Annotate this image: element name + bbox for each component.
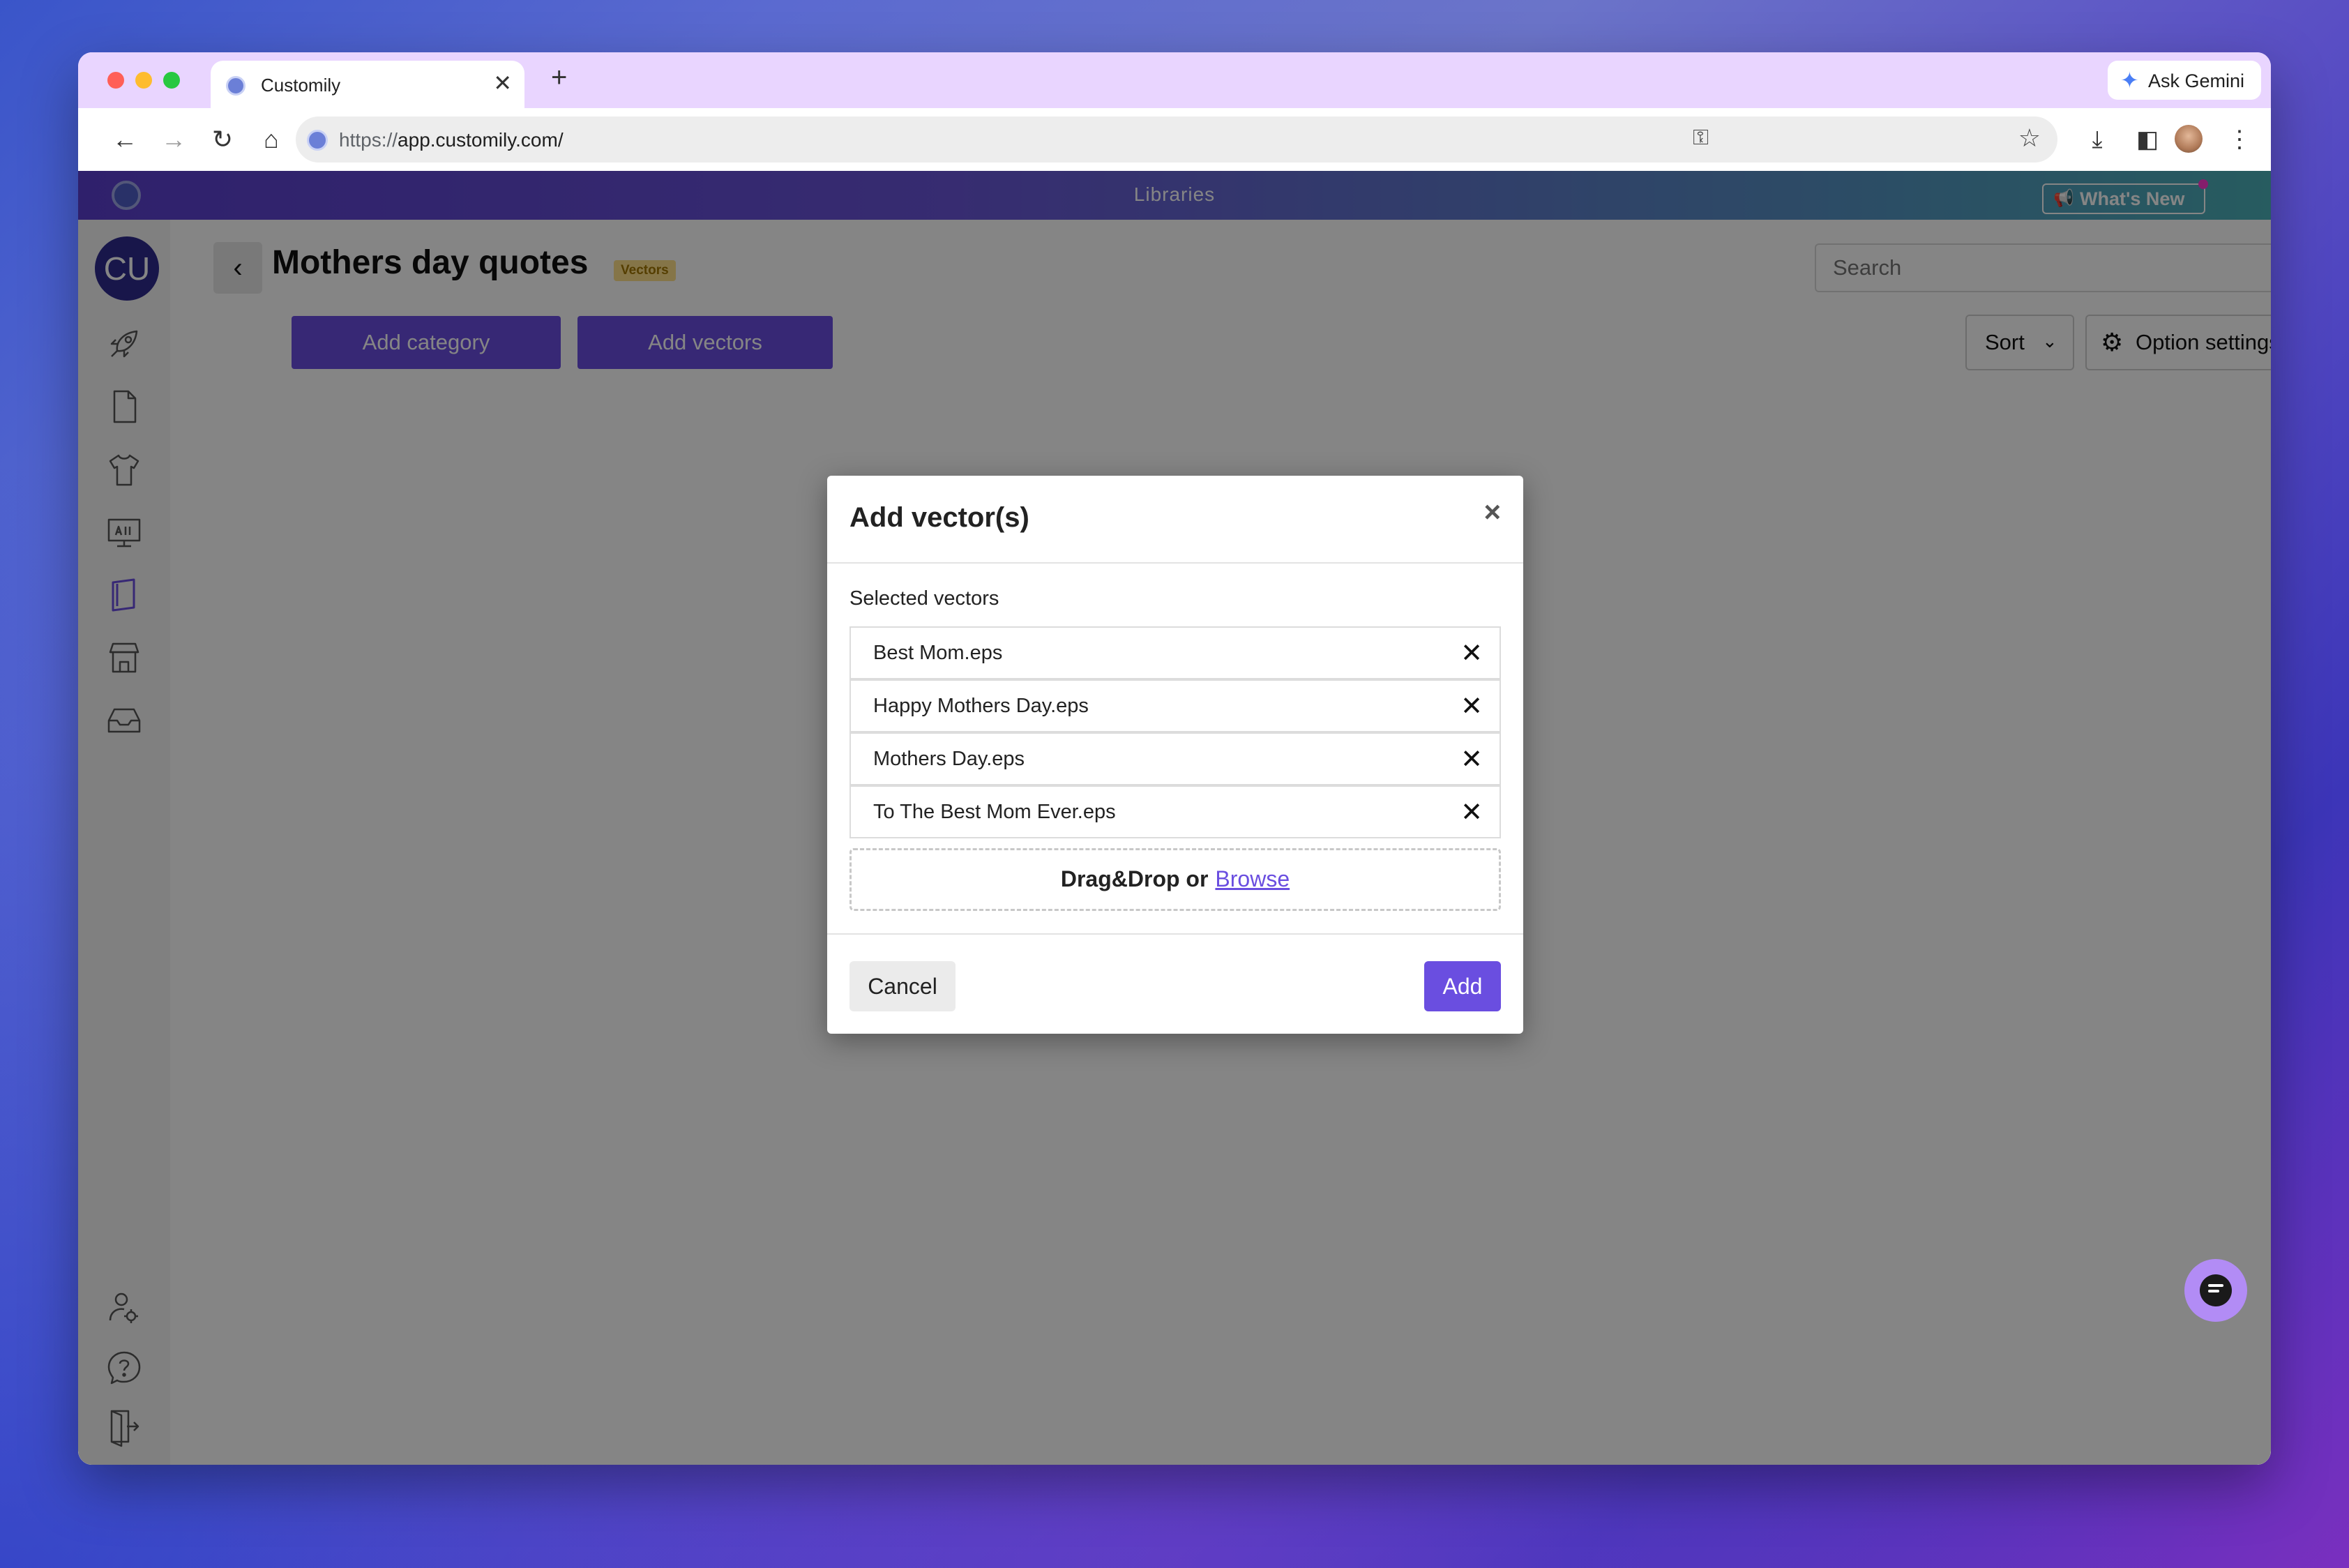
download-icon[interactable]: ⤓ bbox=[2081, 123, 2113, 156]
cancel-button[interactable]: Cancel bbox=[849, 961, 956, 1011]
add-vectors-modal: Add vector(s) × Selected vectors Best Mo… bbox=[827, 476, 1523, 1034]
modal-title: Add vector(s) bbox=[849, 502, 1029, 533]
ask-gemini-button[interactable]: ✦ Ask Gemini bbox=[2108, 61, 2261, 100]
maximize-window-button[interactable] bbox=[163, 72, 180, 89]
file-name: To The Best Mom Ever.eps bbox=[873, 801, 1116, 823]
file-name: Happy Mothers Day.eps bbox=[873, 695, 1089, 717]
remove-file-icon[interactable]: ✕ bbox=[1460, 797, 1483, 828]
forward-arrow-icon[interactable]: → bbox=[158, 123, 190, 156]
url-scheme: https:// bbox=[339, 129, 398, 151]
tab-title: Customily bbox=[261, 75, 341, 96]
chat-icon bbox=[2200, 1274, 2232, 1306]
tab-close-icon[interactable]: ✕ bbox=[493, 72, 512, 94]
site-info-icon[interactable] bbox=[307, 130, 328, 151]
remove-file-icon[interactable]: ✕ bbox=[1460, 744, 1483, 775]
browser-toolbar: ← → ↻ ⌂ https://app.customily.com/ ⚿ ☆ ⤓… bbox=[78, 108, 2271, 171]
dropzone-text: Drag&Drop or bbox=[1060, 866, 1209, 891]
ask-gemini-label: Ask Gemini bbox=[2148, 70, 2245, 91]
new-tab-button[interactable]: + bbox=[551, 63, 567, 91]
remove-file-icon[interactable]: ✕ bbox=[1460, 691, 1483, 722]
tab-customily[interactable]: Customily ✕ bbox=[211, 61, 524, 108]
close-window-button[interactable] bbox=[107, 72, 124, 89]
side-panel-icon[interactable]: ◧ bbox=[2131, 123, 2163, 156]
file-row: Best Mom.eps ✕ bbox=[849, 626, 1501, 679]
modal-close-icon[interactable]: × bbox=[1483, 495, 1501, 529]
add-button[interactable]: Add bbox=[1424, 961, 1501, 1011]
file-row: Happy Mothers Day.eps ✕ bbox=[849, 679, 1501, 732]
address-bar[interactable]: https://app.customily.com/ ⚿ ☆ bbox=[296, 116, 2057, 163]
minimize-window-button[interactable] bbox=[135, 72, 152, 89]
selected-vectors-label: Selected vectors bbox=[849, 587, 999, 610]
url-host: app.customily.com/ bbox=[398, 129, 564, 151]
profile-avatar[interactable] bbox=[2175, 125, 2203, 153]
file-name: Best Mom.eps bbox=[873, 642, 1003, 664]
browser-menu-icon[interactable]: ⋮ bbox=[2223, 123, 2256, 156]
reload-icon[interactable]: ↻ bbox=[206, 123, 239, 156]
remove-file-icon[interactable]: ✕ bbox=[1460, 638, 1483, 669]
chat-widget-button[interactable] bbox=[2184, 1259, 2247, 1322]
browser-window: Customily ✕ + ✦ Ask Gemini ← → ↻ ⌂ https… bbox=[78, 52, 2271, 1465]
file-row: To The Best Mom Ever.eps ✕ bbox=[849, 785, 1501, 838]
url-text: https://app.customily.com/ bbox=[339, 129, 564, 151]
gemini-sparkle-icon: ✦ bbox=[2120, 68, 2139, 93]
customily-favicon-icon bbox=[226, 76, 246, 96]
modal-header: Add vector(s) × bbox=[827, 476, 1523, 564]
file-row: Mothers Day.eps ✕ bbox=[849, 732, 1501, 785]
back-arrow-icon[interactable]: ← bbox=[109, 123, 141, 156]
file-dropzone[interactable]: Drag&Drop or Browse bbox=[849, 848, 1501, 911]
bookmark-star-icon[interactable]: ☆ bbox=[2018, 123, 2041, 153]
home-icon[interactable]: ⌂ bbox=[255, 123, 287, 156]
password-key-icon[interactable]: ⚿ bbox=[1693, 126, 1709, 150]
tab-strip: Customily ✕ + ✦ Ask Gemini bbox=[78, 52, 2271, 108]
modal-footer: Cancel Add bbox=[827, 933, 1523, 1035]
file-name: Mothers Day.eps bbox=[873, 748, 1025, 770]
browse-link[interactable]: Browse bbox=[1215, 866, 1290, 891]
